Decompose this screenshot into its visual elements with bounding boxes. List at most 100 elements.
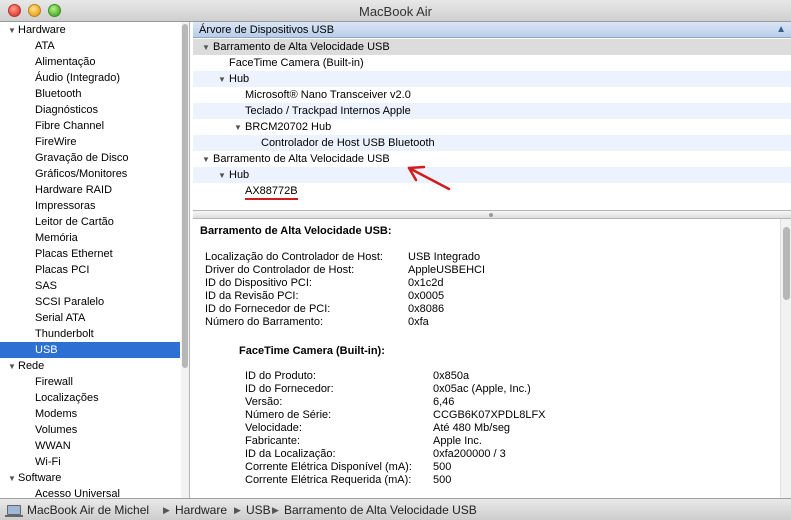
sidebar-item[interactable]: Fibre Channel xyxy=(0,118,180,134)
sidebar-item[interactable]: SCSI Paralelo xyxy=(0,294,180,310)
pane-splitter[interactable] xyxy=(193,210,791,219)
tree-row-label: AX88772B xyxy=(245,185,298,200)
breadcrumb-hardware[interactable]: Hardware xyxy=(175,499,227,520)
sidebar-item[interactable]: Hardware RAID xyxy=(0,182,180,198)
sidebar-item-label: Volumes xyxy=(35,424,78,436)
tree-row[interactable]: ▼ Hub xyxy=(193,71,791,87)
breadcrumb-usb[interactable]: USB xyxy=(246,499,271,520)
disclosure-triangle-icon[interactable]: ▼ xyxy=(8,23,18,39)
tree-row-label: Barramento de Alta Velocidade USB xyxy=(213,153,390,165)
sidebar-group-rede[interactable]: ▼ Rede xyxy=(0,358,180,374)
breadcrumb-separator-icon: ▶ xyxy=(272,505,279,515)
tree-row[interactable]: Teclado / Trackpad Internos Apple xyxy=(193,103,791,119)
sidebar-item[interactable]: Memória xyxy=(0,230,180,246)
property-label: ID da Localização: xyxy=(245,448,336,460)
sidebar-item[interactable]: Modems xyxy=(0,406,180,422)
sidebar-item-label: Áudio (Integrado) xyxy=(35,72,120,84)
tree-row[interactable]: ▼ Barramento de Alta Velocidade USB xyxy=(193,151,791,167)
sidebar-item[interactable]: Placas Ethernet xyxy=(0,246,180,262)
sidebar-item[interactable]: Alimentação xyxy=(0,54,180,70)
sidebar-item[interactable]: WWAN xyxy=(0,438,180,454)
detail-pane: Barramento de Alta Velocidade USB: Local… xyxy=(193,219,791,498)
sidebar-item-label: Placas PCI xyxy=(35,264,90,276)
breadcrumb-bus[interactable]: Barramento de Alta Velocidade USB xyxy=(284,499,477,520)
breadcrumb-separator-icon: ▶ xyxy=(163,505,170,515)
disclosure-triangle-icon[interactable]: ▼ xyxy=(8,471,18,487)
property-value: 500 xyxy=(433,474,452,486)
detail-scroll-thumb[interactable] xyxy=(783,227,790,300)
sidebar-scrollbar[interactable] xyxy=(181,22,189,498)
sidebar-group-hardware[interactable]: ▼ Hardware xyxy=(0,22,180,38)
sidebar-item-label: Fibre Channel xyxy=(35,120,105,132)
property-value: CCGB6K07XPDL8LFX xyxy=(433,409,546,421)
tree-row-label: BRCM20702 Hub xyxy=(245,121,332,133)
disclosure-triangle-icon[interactable]: ▼ xyxy=(8,359,18,375)
property-value: 0x8086 xyxy=(408,303,445,315)
property-value: 0x05ac (Apple, Inc.) xyxy=(433,383,531,395)
sidebar-item[interactable]: Acesso Universal xyxy=(0,486,180,498)
sidebar-item-label: Localizações xyxy=(35,392,99,404)
tree-row-label: Hub xyxy=(229,169,250,181)
sidebar-item[interactable]: Serial ATA xyxy=(0,310,180,326)
sidebar-item[interactable]: Gravação de Disco xyxy=(0,150,180,166)
sidebar-item[interactable]: Leitor de Cartão xyxy=(0,214,180,230)
sidebar-item[interactable]: Wi-Fi xyxy=(0,454,180,470)
tree-column-header[interactable]: Árvore de Dispositivos USB ▲ xyxy=(193,22,791,38)
property-label: ID da Revisão PCI: xyxy=(205,290,299,302)
detail-scrollbar[interactable] xyxy=(780,219,791,498)
sidebar-item[interactable]: Impressoras xyxy=(0,198,180,214)
tree-row[interactable]: AX88772B xyxy=(193,183,791,200)
sidebar-item[interactable]: ATA xyxy=(0,38,180,54)
sidebar-item-label: Gráficos/Monitores xyxy=(35,168,128,180)
sidebar-item[interactable]: Áudio (Integrado) xyxy=(0,70,180,86)
property-label: Versão: xyxy=(245,396,283,408)
sidebar: ▼ Hardware ATA Alimentação Áudio (Integrado)… xyxy=(0,22,190,498)
sort-arrow-icon: ▲ xyxy=(776,24,786,35)
sidebar-item-label: Memória xyxy=(35,232,78,244)
sidebar-item[interactable]: USB xyxy=(0,342,180,358)
property-label: Número do Barramento: xyxy=(205,316,323,328)
sidebar-item[interactable]: Firewall xyxy=(0,374,180,390)
sidebar-scroll-thumb[interactable] xyxy=(182,24,188,368)
sidebar-item[interactable]: Diagnósticos xyxy=(0,102,180,118)
property-value: AppleUSBEHCI xyxy=(408,264,486,276)
sidebar-item-label: Acesso Universal xyxy=(35,488,120,498)
sidebar-item-label: USB xyxy=(35,344,58,356)
tree-row[interactable]: ▼ Barramento de Alta Velocidade USB xyxy=(193,39,791,55)
tree-row[interactable]: ▼ BRCM20702 Hub xyxy=(193,119,791,135)
tree-row[interactable]: Controlador de Host USB Bluetooth xyxy=(193,135,791,151)
sidebar-item[interactable]: Placas PCI xyxy=(0,262,180,278)
disclosure-triangle-icon[interactable]: ▼ xyxy=(218,168,229,184)
property-label: Fabricante: xyxy=(245,435,301,447)
disclosure-triangle-icon[interactable]: ▼ xyxy=(234,120,245,136)
disclosure-triangle-icon[interactable]: ▼ xyxy=(202,40,213,56)
sidebar-item-label: ATA xyxy=(35,40,55,52)
tree-row-label: Controlador de Host USB Bluetooth xyxy=(261,137,435,149)
sidebar-item-label: WWAN xyxy=(35,440,71,452)
sidebar-item-label: Firewall xyxy=(35,376,73,388)
device-title: FaceTime Camera (Built-in): xyxy=(239,345,385,357)
sidebar-item[interactable]: Bluetooth xyxy=(0,86,180,102)
sidebar-item-label: Gravação de Disco xyxy=(35,152,129,164)
sidebar-item-label: SCSI Paralelo xyxy=(35,296,105,308)
sidebar-item[interactable]: Localizações xyxy=(0,390,180,406)
disclosure-triangle-icon[interactable]: ▼ xyxy=(202,152,213,168)
sidebar-item[interactable]: Volumes xyxy=(0,422,180,438)
property-value: 500 xyxy=(433,461,452,473)
property-label: Corrente Elétrica Disponível (mA): xyxy=(245,461,412,473)
sidebar-item-label: Placas Ethernet xyxy=(35,248,113,260)
sidebar-item-label: Alimentação xyxy=(35,56,96,68)
sidebar-item[interactable]: Thunderbolt xyxy=(0,326,180,342)
tree-header-label: Árvore de Dispositivos USB xyxy=(199,24,335,36)
disclosure-triangle-icon[interactable]: ▼ xyxy=(218,72,229,88)
property-label: Velocidade: xyxy=(245,422,302,434)
breadcrumb-computer[interactable]: MacBook Air de Michel xyxy=(27,499,149,520)
sidebar-item[interactable]: Gráficos/Monitores xyxy=(0,166,180,182)
sidebar-item[interactable]: FireWire xyxy=(0,134,180,150)
tree-row[interactable]: Microsoft® Nano Transceiver v2.0 xyxy=(193,87,791,103)
tree-row[interactable]: ▼ Hub xyxy=(193,167,791,183)
tree-row[interactable]: FaceTime Camera (Built-in) xyxy=(193,55,791,71)
sidebar-item[interactable]: SAS xyxy=(0,278,180,294)
sidebar-group-software[interactable]: ▼ Software xyxy=(0,470,180,486)
sidebar-item-label: FireWire xyxy=(35,136,77,148)
